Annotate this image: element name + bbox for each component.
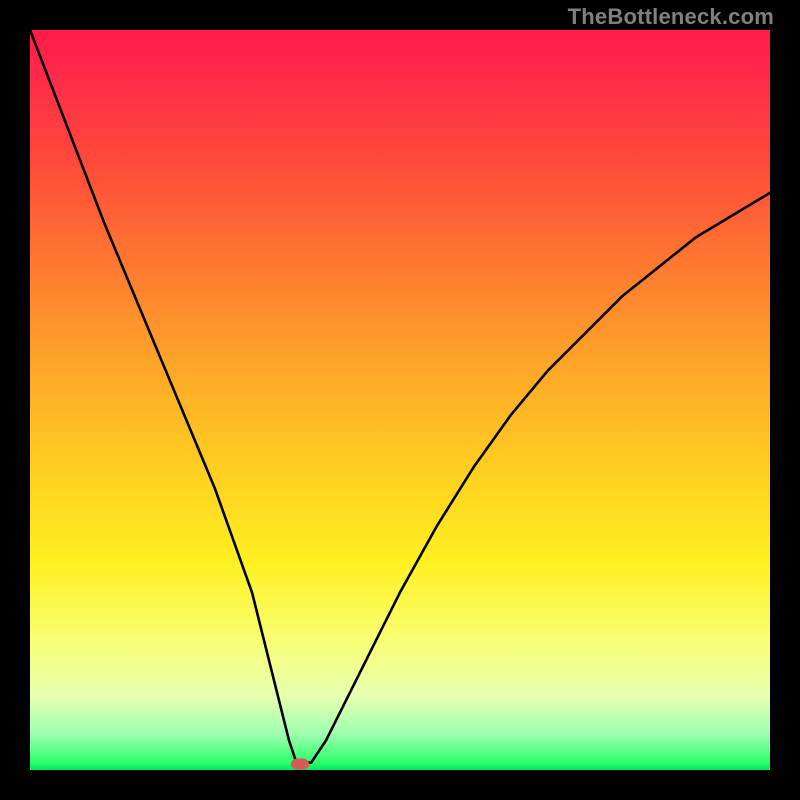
bottleneck-curve-path <box>30 30 770 763</box>
watermark-text: TheBottleneck.com <box>568 4 774 30</box>
curve-svg <box>30 30 770 770</box>
chart-frame: TheBottleneck.com <box>0 0 800 800</box>
optimal-point-marker <box>291 759 309 770</box>
plot-area <box>30 30 770 770</box>
